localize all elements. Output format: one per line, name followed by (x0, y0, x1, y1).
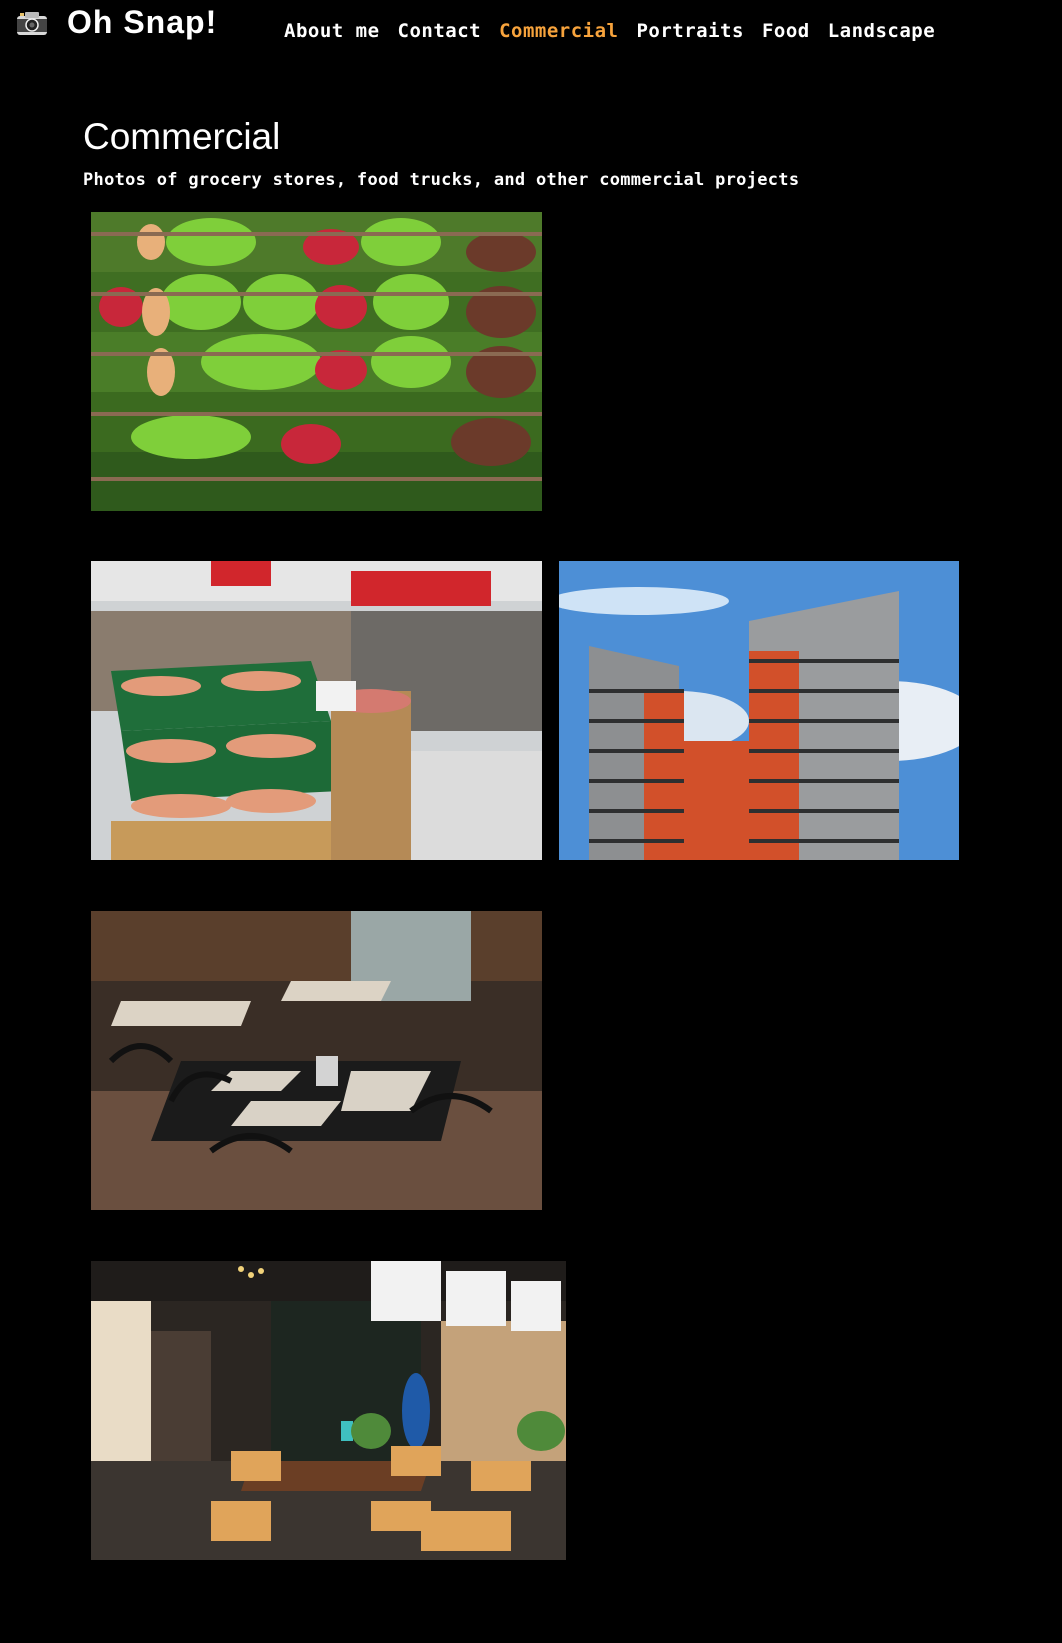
page-subtitle: Photos of grocery stores, food trucks, a… (83, 170, 800, 190)
nav-portraits[interactable]: Portraits (636, 20, 743, 42)
nav-commercial[interactable]: Commercial (499, 20, 618, 42)
brand-title[interactable]: Oh Snap! (67, 4, 217, 41)
photo-grocery-produce[interactable] (91, 212, 542, 511)
nav-food[interactable]: Food (762, 20, 810, 42)
camera-icon[interactable] (16, 10, 48, 36)
photo-apartment-towers[interactable] (559, 561, 959, 860)
page-title: Commercial (83, 116, 281, 157)
photo-restaurant-dining[interactable] (91, 911, 542, 1210)
main-nav: About me Contact Commercial Portraits Fo… (284, 20, 953, 42)
nav-contact[interactable]: Contact (398, 20, 482, 42)
nav-about-me[interactable]: About me (284, 20, 380, 42)
photo-cafe-interior[interactable] (91, 1261, 566, 1560)
site-header: Oh Snap! About me Contact Commercial Por… (0, 0, 1062, 60)
photo-supermarket-aisle[interactable] (91, 561, 542, 860)
nav-landscape[interactable]: Landscape (828, 20, 935, 42)
